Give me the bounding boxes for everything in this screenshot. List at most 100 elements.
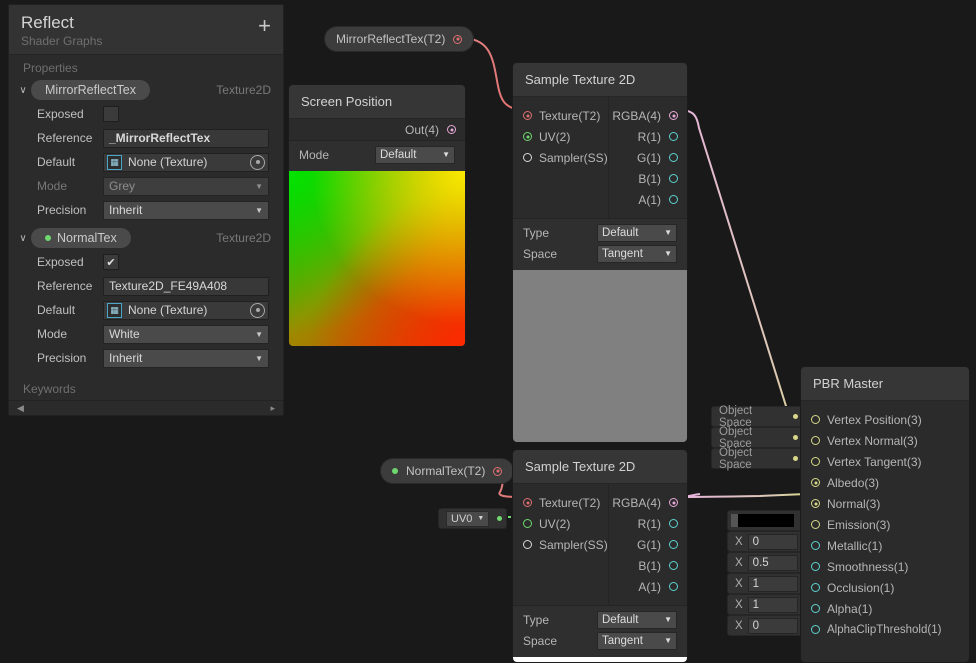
- output-port-slot[interactable]: [669, 132, 678, 141]
- input-port-slot[interactable]: [811, 457, 820, 466]
- shader-graph-canvas[interactable]: Reflect Shader Graphs + Properties ∨ Mir…: [0, 0, 976, 663]
- input-port-slot[interactable]: [811, 604, 820, 613]
- slot-occlusion[interactable]: Occlusion(1): [801, 577, 969, 598]
- slot-vertex-tangent[interactable]: Vertex Tangent(3): [801, 451, 969, 472]
- float-field[interactable]: X 1: [735, 596, 798, 613]
- output-port-slot[interactable]: [669, 582, 678, 591]
- precision-dropdown[interactable]: Inherit ▼: [103, 200, 269, 220]
- node-pbr-master[interactable]: PBR Master Vertex Position(3) Vertex Nor…: [800, 366, 970, 663]
- default-texture-picker[interactable]: ▦ None (Texture): [103, 300, 269, 320]
- blackboard-panel[interactable]: Reflect Shader Graphs + Properties ∨ Mir…: [8, 4, 284, 416]
- reference-input[interactable]: Texture2D_FE49A408: [103, 276, 269, 296]
- port-sampler[interactable]: Sampler(SS): [513, 534, 608, 555]
- slot-emission[interactable]: Emission(3): [801, 514, 969, 535]
- port-sampler[interactable]: Sampler(SS): [513, 147, 608, 168]
- port-uv[interactable]: UV(2): [513, 126, 608, 147]
- output-port-slot[interactable]: [447, 125, 456, 134]
- output-port-slot[interactable]: [669, 561, 678, 570]
- node-sample-texture-2d-bottom[interactable]: Sample Texture 2D Texture(T2) UV(2) Samp…: [512, 449, 688, 663]
- slot-smoothness[interactable]: Smoothness(1): [801, 556, 969, 577]
- port-texture[interactable]: Texture(T2): [513, 492, 608, 513]
- node-uv0[interactable]: UV0 ▼: [438, 508, 508, 529]
- output-port-slot[interactable]: [669, 498, 678, 507]
- node-sample-texture-2d-top[interactable]: Sample Texture 2D Texture(T2) UV(2) Samp…: [512, 62, 688, 443]
- property-pill-mirrorreflecttex[interactable]: MirrorReflectTex: [31, 80, 150, 100]
- node-screen-position[interactable]: Screen Position Out(4) Mode Default ▼: [288, 84, 466, 347]
- property-header-normaltex[interactable]: ∨ NormalTex Texture2D: [9, 226, 283, 250]
- precision-dropdown[interactable]: Inherit ▼: [103, 348, 269, 368]
- float-field[interactable]: X 0: [735, 617, 798, 634]
- port-a[interactable]: A(1): [609, 576, 687, 597]
- input-port-slot[interactable]: [523, 519, 532, 528]
- occlusion-value[interactable]: 1: [747, 575, 798, 592]
- slot-vertex-position[interactable]: Vertex Position(3): [801, 409, 969, 430]
- slot-vertex-normal[interactable]: Vertex Normal(3): [801, 430, 969, 451]
- port-out[interactable]: Out(4): [289, 119, 465, 140]
- default-texture-picker[interactable]: ▦ None (Texture): [103, 152, 269, 172]
- input-port-slot[interactable]: [811, 415, 820, 424]
- input-port-slot[interactable]: [523, 153, 532, 162]
- emission-color-swatch[interactable]: [731, 514, 794, 527]
- slot-alpha[interactable]: Alpha(1): [801, 598, 969, 619]
- type-dropdown[interactable]: Default ▼: [597, 610, 677, 629]
- port-g[interactable]: G(1): [609, 147, 687, 168]
- input-port-slot[interactable]: [523, 540, 532, 549]
- port-b[interactable]: B(1): [609, 168, 687, 189]
- output-port-slot[interactable]: [793, 414, 798, 419]
- slot-metallic[interactable]: Metallic(1): [801, 535, 969, 556]
- output-port-slot[interactable]: [669, 111, 678, 120]
- output-port-slot[interactable]: [793, 456, 798, 461]
- blackboard-resize-bar[interactable]: ◀ ▸: [9, 400, 283, 415]
- input-port-slot[interactable]: [811, 436, 820, 445]
- mode-dropdown[interactable]: White ▼: [103, 324, 269, 344]
- output-port-slot[interactable]: [669, 174, 678, 183]
- smoothness-value[interactable]: 0.5: [747, 554, 798, 571]
- slot-alpha-clip-threshold[interactable]: AlphaClipThreshold(1): [801, 619, 969, 640]
- slot-normal[interactable]: Normal(3): [801, 493, 969, 514]
- input-port-slot[interactable]: [811, 520, 820, 529]
- port-r[interactable]: R(1): [609, 513, 687, 534]
- mode-dropdown[interactable]: Default ▼: [375, 145, 455, 164]
- alpha-clip-threshold-value[interactable]: 0: [747, 617, 798, 634]
- output-port-slot[interactable]: [669, 519, 678, 528]
- float-field[interactable]: X 1: [735, 575, 798, 592]
- control-vertex-normal[interactable]: Object Space: [711, 426, 803, 450]
- object-picker-icon[interactable]: [250, 154, 265, 170]
- output-port-slot[interactable]: [669, 540, 678, 549]
- input-port-slot[interactable]: [523, 498, 532, 507]
- output-port-slot[interactable]: [669, 153, 678, 162]
- scroll-left-icon[interactable]: ◀: [17, 403, 24, 414]
- control-vertex-tangent[interactable]: Object Space: [711, 447, 803, 471]
- input-port-slot[interactable]: [811, 625, 820, 634]
- slot-albedo[interactable]: Albedo(3): [801, 472, 969, 493]
- space-dropdown[interactable]: Tangent ▼: [597, 631, 677, 650]
- property-header-mirrorreflecttex[interactable]: ∨ MirrorReflectTex Texture2D: [9, 78, 283, 102]
- object-picker-icon[interactable]: [250, 302, 265, 318]
- alpha-value[interactable]: 1: [747, 596, 798, 613]
- resize-handle-icon[interactable]: ▸: [270, 403, 275, 414]
- output-port-slot[interactable]: [497, 516, 503, 521]
- input-port-slot[interactable]: [811, 478, 820, 487]
- port-g[interactable]: G(1): [609, 534, 687, 555]
- type-dropdown[interactable]: Default ▼: [597, 223, 677, 242]
- output-port-slot[interactable]: [669, 195, 678, 204]
- property-pill-normaltex[interactable]: NormalTex: [31, 228, 131, 248]
- input-port-slot[interactable]: [523, 132, 532, 141]
- input-port-slot[interactable]: [811, 583, 820, 592]
- reference-input[interactable]: _MirrorReflectTex: [103, 128, 269, 148]
- exposed-checkbox[interactable]: [103, 106, 119, 122]
- property-node-mirrorreflecttex[interactable]: MirrorReflectTex(T2): [324, 26, 475, 52]
- port-rgba[interactable]: RGBA(4): [609, 492, 687, 513]
- output-port-slot[interactable]: [793, 435, 798, 440]
- port-r[interactable]: R(1): [609, 126, 687, 147]
- input-port-slot[interactable]: [811, 499, 820, 508]
- exposed-checkbox[interactable]: ✔: [103, 254, 119, 270]
- control-vertex-position[interactable]: Object Space: [711, 405, 803, 429]
- add-property-button[interactable]: +: [258, 15, 271, 37]
- output-port-texture[interactable]: [493, 466, 503, 476]
- port-rgba[interactable]: RGBA(4): [609, 105, 687, 126]
- output-port-texture[interactable]: [453, 34, 463, 44]
- metallic-value[interactable]: 0: [747, 533, 798, 550]
- uv-channel-dropdown[interactable]: UV0 ▼: [446, 510, 490, 527]
- port-texture[interactable]: Texture(T2): [513, 105, 608, 126]
